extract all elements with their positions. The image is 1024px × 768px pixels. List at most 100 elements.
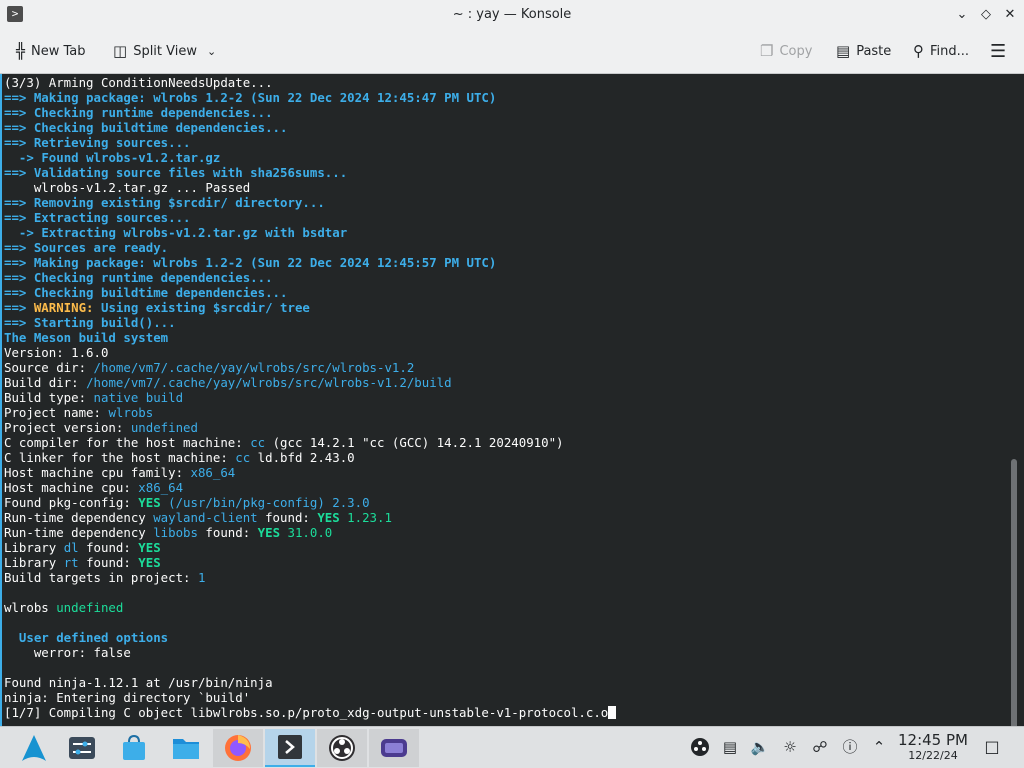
hamburger-menu-icon[interactable]: ☰ [990, 38, 1006, 64]
terminal-output[interactable]: (3/3) Arming ConditionNeedsUpdate... ==> … [0, 74, 1024, 726]
terminal-line: ==> Checking buildtime dependencies... [4, 285, 616, 300]
terminal-segment: YES [138, 555, 161, 570]
terminal-segment: C compiler for the host machine: [4, 435, 251, 450]
terminal-segment: Project name: [4, 405, 109, 420]
terminal-line: Library dl found: YES [4, 540, 616, 555]
maximize-icon[interactable]: ◇ [977, 6, 995, 24]
terminal-segment: Source dir: [4, 360, 94, 375]
terminal-segment: Library [4, 555, 64, 570]
split-view-button[interactable]: ◫ Split View ⌄ [113, 38, 216, 64]
terminal-line: C compiler for the host machine: cc (gcc… [4, 435, 616, 450]
show-desktop-icon[interactable]: □ [982, 737, 1002, 757]
terminal-segment: Using existing $srcdir/ tree [100, 300, 310, 315]
window-title: ~ : yay — Konsole [452, 7, 572, 22]
terminal-segment: ld.bfd 2.43.0 [250, 450, 355, 465]
terminal-segment: Host machine cpu family: [4, 465, 191, 480]
terminal-segment: 31.0.0 [280, 525, 333, 540]
terminal-segment: wlrobs [108, 405, 154, 420]
terminal-line: Host machine cpu family: x86_64 [4, 465, 616, 480]
clock-time[interactable]: 12:45 PM [896, 731, 970, 749]
terminal-segment: Checking buildtime dependencies... [33, 285, 288, 300]
search-icon: ⚲ [913, 42, 924, 60]
taskbar: ▤ 🔈 ☼ ☍ ⓘ ⌃ 12:45 PM 12/22/24 □ [0, 726, 1024, 768]
task-discover[interactable] [109, 729, 159, 767]
terminal-segment: ==> [4, 210, 34, 225]
terminal-line: Found ninja-1.12.1 at /usr/bin/ninja [4, 675, 616, 690]
close-icon[interactable]: ✕ [1001, 6, 1019, 24]
terminal-line: ==> Checking runtime dependencies... [4, 270, 616, 285]
copy-label: Copy [779, 43, 813, 59]
new-tab-button[interactable]: ╬ New Tab [16, 38, 86, 64]
brightness-icon[interactable]: ☼ [780, 737, 800, 757]
copy-button[interactable]: ❐ Copy [760, 38, 812, 64]
clock-date[interactable]: 12/22/24 [896, 749, 970, 762]
task-settings[interactable] [57, 729, 107, 767]
terminal-line: ninja: Entering directory `build' [4, 690, 616, 705]
terminal-segment: Build type: [4, 390, 94, 405]
terminal-line: Project name: wlrobs [4, 405, 616, 420]
task-konsole[interactable] [265, 729, 315, 767]
terminal-segment: User defined options [4, 630, 169, 645]
terminal-segment: ==> [4, 90, 34, 105]
terminal-line: ==> Sources are ready. [4, 240, 616, 255]
terminal-segment: (3/3) Arming ConditionNeedsUpdate... [4, 75, 273, 90]
terminal-segment: ninja: Entering directory `build' [4, 690, 251, 705]
terminal-lines: (3/3) Arming ConditionNeedsUpdate... ==> … [4, 75, 617, 720]
terminal-line: ==> Starting build()... [4, 315, 616, 330]
folder-icon [173, 739, 199, 759]
terminal-segment: wlrobs [4, 600, 57, 615]
terminal-line: ==> Checking runtime dependencies... [4, 105, 616, 120]
terminal-segment: Checking buildtime dependencies... [33, 120, 288, 135]
app-launcher-button[interactable] [9, 729, 59, 767]
terminal-segment: native build [93, 390, 184, 405]
konsole-icon [278, 735, 302, 759]
terminal-line: ==> Making package: wlrobs 1.2-2 (Sun 22… [4, 255, 616, 270]
terminal-segment: YES [138, 495, 161, 510]
terminal-line: Build dir: /home/vm7/.cache/yay/wlrobs/s… [4, 375, 616, 390]
task-game[interactable] [369, 729, 419, 767]
title-bar: > ~ : yay — Konsole ⌄ ◇ ✕ [0, 0, 1024, 30]
volume-muted-icon[interactable]: 🔈 [750, 737, 770, 757]
paste-button[interactable]: ▤ Paste [836, 38, 891, 64]
task-file-manager[interactable] [161, 729, 211, 767]
obs-tray-icon[interactable] [690, 737, 710, 757]
terminal-segment: ==> [4, 120, 34, 135]
terminal-line: ==> Making package: wlrobs 1.2-2 (Sun 22… [4, 90, 616, 105]
terminal-segment: x86_64 [190, 465, 236, 480]
terminal-segment: YES [317, 510, 340, 525]
scrollbar[interactable] [1011, 459, 1017, 726]
clipboard-icon[interactable]: ▤ [720, 737, 740, 757]
minimize-icon[interactable]: ⌄ [953, 6, 971, 24]
terminal-segment: -> [4, 225, 42, 240]
terminal-segment: [1/7] Compiling C object libwlrobs.so.p/… [4, 705, 609, 720]
obs-icon [329, 735, 355, 761]
task-obs[interactable] [317, 729, 367, 767]
find-label: Find... [930, 43, 970, 59]
task-firefox[interactable] [213, 729, 263, 767]
chevron-up-icon[interactable]: ⌃ [869, 737, 889, 757]
terminal-line: Library rt found: YES [4, 555, 616, 570]
terminal-line: wlrobs undefined [4, 600, 616, 615]
terminal-segment: Retrieving sources... [33, 135, 191, 150]
terminal-segment: Starting build()... [33, 315, 176, 330]
terminal-segment: YES [138, 540, 161, 555]
copy-icon: ❐ [760, 42, 774, 60]
help-icon[interactable]: ⓘ [840, 737, 860, 757]
terminal-segment: (gcc 14.2.1 "cc (GCC) 14.2.1 20240910") [265, 435, 564, 450]
terminal-segment: ==> [4, 270, 34, 285]
find-button[interactable]: ⚲ Find... [913, 38, 969, 64]
terminal-segment: Host machine cpu: [4, 480, 139, 495]
terminal-line: Host machine cpu: x86_64 [4, 480, 616, 495]
terminal-line: wlrobs-v1.2.tar.gz ... Passed [4, 180, 616, 195]
new-tab-icon: ╬ [16, 42, 26, 60]
network-icon[interactable]: ☍ [810, 737, 830, 757]
terminal-segment: Version: 1.6.0 [4, 345, 109, 360]
terminal-segment: (/usr/bin/pkg-config) 2.3.0 [160, 495, 370, 510]
split-view-icon: ◫ [113, 42, 128, 60]
terminal-segment: /home/vm7/.cache/yay/wlrobs/src/wlrobs-v… [86, 375, 452, 390]
terminal-segment: Run-time dependency [4, 525, 154, 540]
terminal-segment: libobs [153, 525, 198, 540]
